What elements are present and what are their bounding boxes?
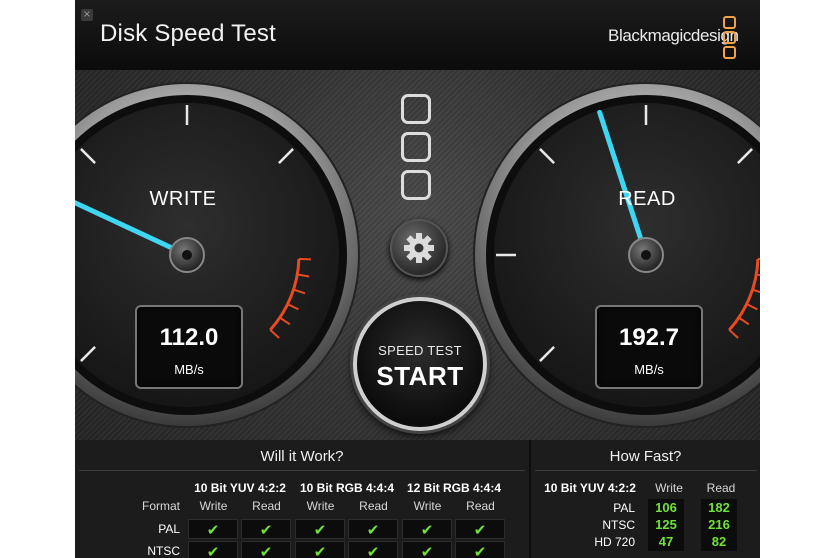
table-cell: ✔ — [455, 519, 505, 539]
will-it-work-title: Will it Work? — [260, 448, 344, 465]
format-column-header: Format — [141, 499, 180, 513]
table-cell: ✔ — [295, 541, 345, 558]
checkmark-icon: ✔ — [313, 543, 327, 558]
write-speed-unit: MB/s — [174, 362, 204, 377]
checkmark-icon: ✔ — [206, 543, 220, 558]
table-cell: ✔ — [188, 519, 238, 539]
how-fast-read-value: 216 — [701, 516, 737, 534]
start-button-label: START — [376, 361, 464, 391]
disk-speed-test-window: × Disk Speed Test Blackmagicdesign WRITE… — [75, 0, 760, 558]
read-column-header: Read — [359, 499, 388, 513]
how-fast-row-label: HD 720 — [594, 535, 635, 549]
how-fast-row-label: PAL — [613, 501, 635, 515]
gear-icon — [404, 233, 434, 263]
format-row-label: PAL — [158, 522, 180, 536]
table-cell: ✔ — [241, 519, 291, 539]
how-fast-write-header: Write — [655, 481, 683, 495]
table-cell: ✔ — [402, 541, 452, 558]
how-fast-read-value: 182 — [701, 499, 737, 517]
how-fast-write-value: 106 — [648, 499, 684, 517]
blackmagic-logo-icon — [401, 94, 431, 208]
start-button-caption: SPEED TEST — [378, 343, 462, 358]
checkmark-icon: ✔ — [206, 521, 220, 539]
write-column-header: Write — [306, 499, 335, 513]
checkmark-icon: ✔ — [420, 543, 434, 558]
checkmark-icon: ✔ — [366, 543, 380, 558]
read-column-header: Read — [466, 499, 495, 513]
table-cell: ✔ — [348, 519, 398, 539]
read-speed-value: 192.7 — [618, 324, 680, 351]
how-fast-write-value: 47 — [648, 533, 684, 551]
write-gauge-label: WRITE — [149, 188, 217, 210]
checkmark-icon: ✔ — [259, 521, 273, 539]
start-button[interactable]: SPEED TEST START — [353, 297, 487, 431]
how-fast-row-label: NTSC — [602, 518, 635, 532]
read-gauge-label: READ — [618, 188, 676, 210]
how-fast-read-value: 82 — [701, 533, 737, 551]
write-column-header: Write — [413, 499, 442, 513]
checkmark-icon: ✔ — [366, 521, 380, 539]
table-cell: ✔ — [348, 541, 398, 558]
checkmark-icon: ✔ — [420, 521, 434, 539]
checkmark-icon: ✔ — [259, 543, 273, 558]
codec-header-rgb444-12: 12 Bit RGB 4:4:4 — [406, 481, 502, 495]
write-column-header: Write — [199, 499, 228, 513]
how-fast-title: How Fast? — [609, 448, 682, 465]
read-speed-unit: MB/s — [634, 362, 664, 377]
table-cell: ✔ — [295, 519, 345, 539]
settings-button[interactable] — [390, 219, 448, 277]
checkmark-icon: ✔ — [473, 543, 487, 558]
checkmark-icon: ✔ — [313, 521, 327, 539]
how-fast-write-value: 125 — [648, 516, 684, 534]
how-fast-codec-header: 10 Bit YUV 4:2:2 — [544, 481, 636, 495]
table-cell: ✔ — [455, 541, 505, 558]
codec-header-rgb444-10: 10 Bit RGB 4:4:4 — [299, 481, 395, 495]
table-cell: ✔ — [402, 519, 452, 539]
write-readout: 112.0 MB/s — [135, 305, 243, 389]
table-cell: ✔ — [188, 541, 238, 558]
gauge-hub-center — [641, 250, 651, 260]
read-readout: 192.7 MB/s — [595, 305, 703, 389]
format-row-label: NTSC — [147, 544, 180, 558]
gauge-hub-center — [182, 250, 192, 260]
write-speed-value: 112.0 — [159, 324, 219, 351]
table-cell: ✔ — [241, 541, 291, 558]
read-column-header: Read — [252, 499, 281, 513]
checkmark-icon: ✔ — [473, 521, 487, 539]
codec-header-yuv422: 10 Bit YUV 4:2:2 — [194, 481, 286, 495]
how-fast-read-header: Read — [706, 481, 736, 495]
